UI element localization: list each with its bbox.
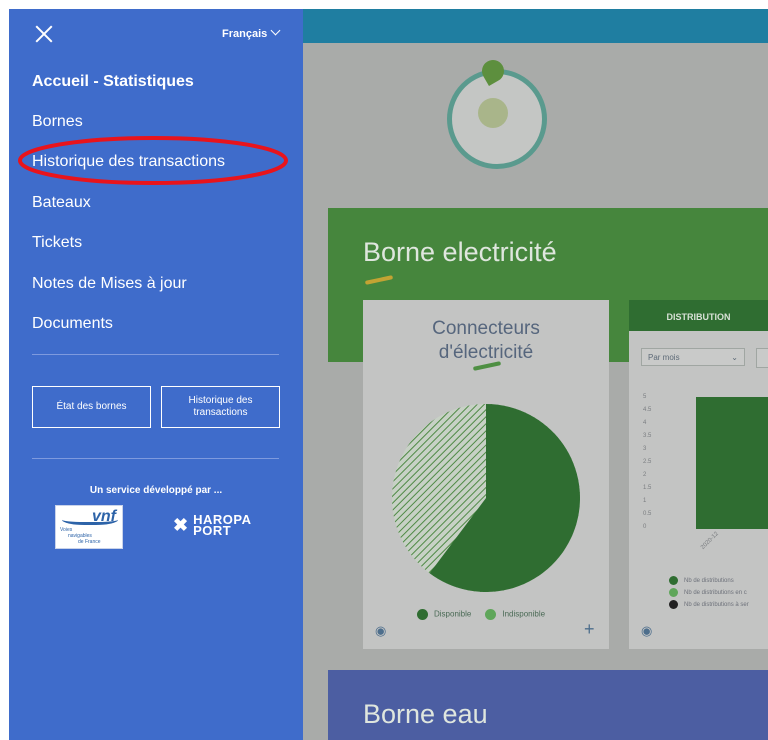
sidebar-menu: Français Accueil - Statistiques Bornes H… <box>9 9 303 740</box>
dist-legend-label: Nb de distributions <box>684 578 734 585</box>
red-ellipse-annotation <box>18 136 288 185</box>
history-transactions-button[interactable]: Historique des transactions <box>161 386 280 428</box>
legend-unavailable: Indisponible <box>485 609 545 620</box>
connectors-pie-chart <box>392 404 580 592</box>
service-text: Un service développé par ... <box>89 485 223 496</box>
connectors-card: Connecteurs d'électricité Disponible Ind… <box>363 300 609 649</box>
connectors-legend: Disponible Indisponible <box>417 609 545 620</box>
chevron-down-icon: ⌄ <box>731 353 738 362</box>
divider <box>32 354 279 355</box>
sidebar-item-tickets[interactable]: Tickets <box>32 234 82 252</box>
x-tick: 2020-12 <box>700 531 720 551</box>
history-label-line2: transactions <box>193 407 248 418</box>
dist-legend-item: Nb de distributions en c <box>669 588 747 597</box>
distribution-card: DISTRIBUTION Par mois ⌄ 5 4.5 4 3.5 3 2.… <box>629 300 768 649</box>
section-water-title: Borne eau <box>363 699 488 729</box>
y-tick: 2.5 <box>643 459 652 465</box>
vnf-subtitle: Voies navigables de France <box>60 527 101 545</box>
history-label-line1: Historique des <box>188 395 253 406</box>
legend-unavailable-label: Indisponible <box>502 609 546 619</box>
vnf-logo-text: vnf <box>92 508 116 525</box>
state-bornes-label: État des bornes <box>56 401 127 412</box>
y-tick: 3.5 <box>643 433 652 439</box>
haropa-logo: ✖ HAROPA PORT <box>173 513 251 537</box>
language-label: Français <box>222 28 268 40</box>
sidebar-item-bornes[interactable]: Bornes <box>32 113 83 131</box>
secondary-select[interactable] <box>756 348 768 368</box>
logo-center <box>478 98 508 128</box>
app-logo <box>447 55 547 169</box>
sidebar-item-accueil-statistiques[interactable]: Accueil - Statistiques <box>32 73 194 91</box>
dist-legend-label: Nb de distributions en c <box>684 590 747 597</box>
vnf-sub-line: de France <box>78 539 101 545</box>
y-tick: 1 <box>643 498 647 504</box>
sidebar-item-bateaux[interactable]: Bateaux <box>32 194 91 212</box>
y-tick: 1.5 <box>643 485 652 491</box>
distribution-header: DISTRIBUTION <box>629 300 768 331</box>
legend-available: Disponible <box>417 609 471 620</box>
sidebar-item-documents[interactable]: Documents <box>32 315 113 333</box>
haropa-logo-text: HAROPA PORT <box>193 513 251 537</box>
plus-icon[interactable]: + <box>584 619 595 640</box>
divider <box>32 458 279 459</box>
dist-legend-item: Nb de distributions à ser <box>669 600 749 609</box>
eye-icon[interactable]: ◉ <box>641 623 652 639</box>
dist-legend-label: Nb de distributions à ser <box>684 602 749 609</box>
y-tick: 3 <box>643 446 647 452</box>
connectors-title-line2: d'électricité <box>438 342 534 363</box>
y-tick: 4 <box>643 420 647 426</box>
y-tick: 0.5 <box>643 511 652 517</box>
connectors-title-line1: Connecteurs <box>432 318 540 339</box>
period-select-value: Par mois <box>648 353 680 362</box>
y-tick: 2 <box>643 472 647 478</box>
y-tick: 0 <box>643 524 647 530</box>
language-selector[interactable]: Français <box>222 25 281 40</box>
top-bar <box>303 9 768 43</box>
y-tick: 4.5 <box>643 407 652 413</box>
haropa-mark-icon: ✖ <box>173 514 189 535</box>
sidebar-item-notes-mises-a-jour[interactable]: Notes de Mises à jour <box>32 275 187 293</box>
dist-legend-item: Nb de distributions <box>669 576 734 585</box>
period-select[interactable]: Par mois ⌄ <box>641 348 745 366</box>
legend-available-label: Disponible <box>434 609 472 619</box>
vnf-logo: vnf Voies navigables de France <box>55 505 123 549</box>
distribution-bar <box>696 397 768 529</box>
app-frame: Borne electricité Connecteurs d'électric… <box>9 9 768 740</box>
y-tick: 5 <box>643 394 647 400</box>
state-bornes-button[interactable]: État des bornes <box>32 386 151 428</box>
eye-icon[interactable]: ◉ <box>375 623 386 639</box>
close-icon[interactable] <box>35 25 53 43</box>
section-electricity-title: Borne electricité <box>363 237 557 267</box>
chevron-down-icon <box>270 25 281 36</box>
